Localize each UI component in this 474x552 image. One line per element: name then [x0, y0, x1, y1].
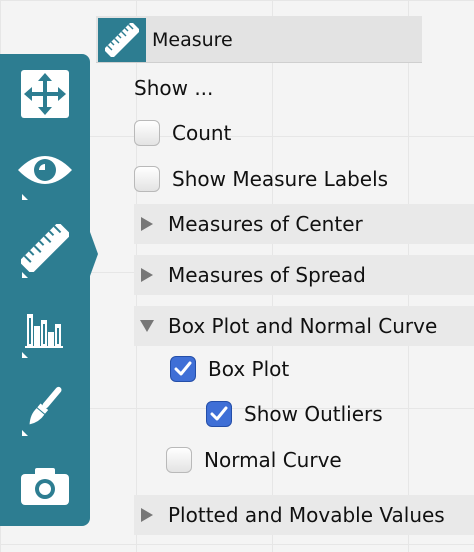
- show-outliers-option[interactable]: Show Outliers: [206, 401, 383, 427]
- measure-tool-button[interactable]: [12, 218, 78, 282]
- count-checkbox[interactable]: [134, 120, 160, 146]
- box-plot-checkbox[interactable]: [170, 356, 196, 382]
- box-plot-normal-curve-section[interactable]: Box Plot and Normal Curve: [134, 306, 474, 346]
- count-label: Count: [172, 121, 232, 145]
- paintbrush-icon: [21, 382, 69, 434]
- show-outliers-label: Show Outliers: [244, 402, 383, 426]
- triangle-down-icon: [140, 317, 154, 335]
- measure-panel: Measure Show ... Count Show Measure Labe…: [96, 16, 474, 552]
- plotted-movable-values-section[interactable]: Plotted and Movable Values: [134, 495, 474, 535]
- triangle-right-icon: [140, 506, 154, 524]
- checkmark-icon: [174, 361, 192, 376]
- ruler-icon: [98, 18, 146, 62]
- move-tool-button[interactable]: [12, 64, 78, 128]
- camera-icon: [19, 465, 71, 511]
- section-label: Measures of Spread: [168, 263, 366, 287]
- submenu-corner-icon: [22, 352, 28, 358]
- bar-chart-icon: [23, 306, 67, 354]
- section-label: Measures of Center: [168, 212, 363, 236]
- camera-tool-button[interactable]: [12, 456, 78, 520]
- triangle-right-icon: [140, 215, 154, 233]
- measures-of-center-section[interactable]: Measures of Center: [134, 204, 474, 244]
- show-measure-labels-label: Show Measure Labels: [172, 167, 389, 191]
- show-measure-labels-option[interactable]: Show Measure Labels: [134, 166, 388, 192]
- show-outliers-checkbox[interactable]: [206, 401, 232, 427]
- normal-curve-checkbox[interactable]: [166, 447, 192, 473]
- submenu-corner-icon: [22, 194, 28, 200]
- move-icon: [20, 69, 70, 123]
- panel-title: Measure: [152, 29, 233, 51]
- styles-tool-button[interactable]: [12, 376, 78, 440]
- show-heading: Show ...: [134, 76, 214, 100]
- submenu-corner-icon: [22, 430, 28, 436]
- section-label: Box Plot and Normal Curve: [168, 314, 438, 338]
- triangle-right-icon: [140, 266, 154, 284]
- box-plot-label: Box Plot: [208, 357, 290, 381]
- submenu-corner-icon: [22, 272, 28, 278]
- tool-palette: [0, 54, 90, 526]
- eye-icon: [16, 150, 74, 194]
- graph-tool-button[interactable]: [12, 298, 78, 362]
- checkmark-icon: [210, 406, 228, 421]
- display-tool-button[interactable]: [12, 140, 78, 204]
- normal-curve-label: Normal Curve: [204, 448, 342, 472]
- box-plot-option[interactable]: Box Plot: [170, 356, 289, 382]
- normal-curve-option[interactable]: Normal Curve: [166, 447, 342, 473]
- ruler-icon: [18, 221, 72, 276]
- show-measure-labels-checkbox[interactable]: [134, 166, 160, 192]
- panel-header: Measure: [96, 16, 422, 63]
- measures-of-spread-section[interactable]: Measures of Spread: [134, 255, 474, 295]
- count-option[interactable]: Count: [134, 120, 231, 146]
- section-label: Plotted and Movable Values: [168, 503, 445, 527]
